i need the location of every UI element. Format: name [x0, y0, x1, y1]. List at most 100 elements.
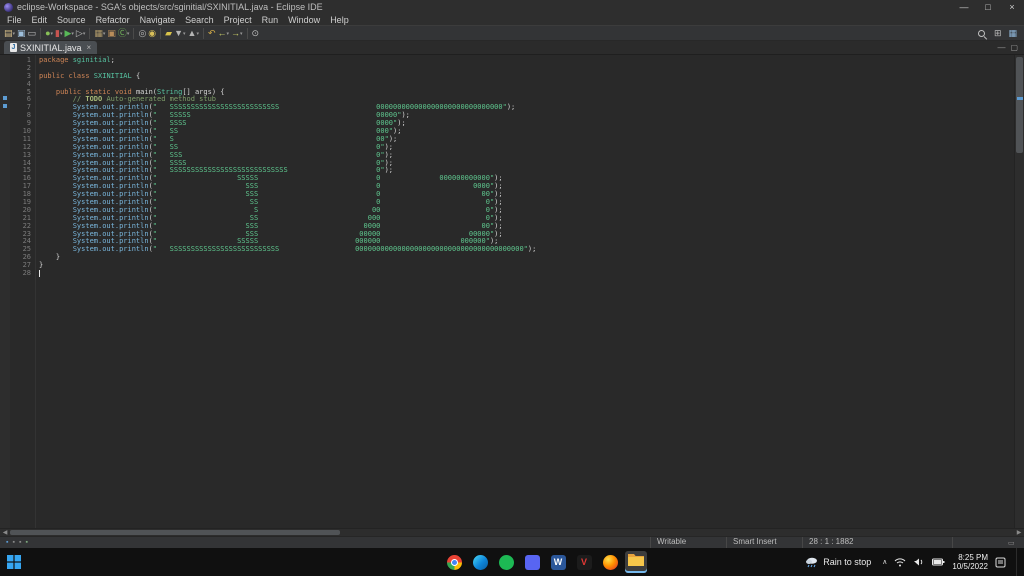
maximize-button[interactable]: □ [976, 0, 1000, 14]
window-controls: — □ × [952, 0, 1024, 14]
scroll-right-icon[interactable]: ▶ [1014, 529, 1024, 536]
java-perspective-icon[interactable]: ▦ [1007, 27, 1018, 39]
code-area[interactable]: package sginitial; public class SXINITIAL… [36, 55, 1014, 528]
start-button[interactable] [7, 555, 21, 569]
horizontal-scrollbar-thumb[interactable] [10, 530, 340, 535]
java-file-icon: J [10, 43, 17, 52]
horizontal-scrollbar[interactable]: ◀ ▶ [0, 528, 1024, 536]
vertical-scrollbar-thumb[interactable] [1016, 57, 1023, 153]
pin-editor-icon[interactable]: ⊙ [251, 27, 261, 39]
writable-indicator: Writable [650, 537, 726, 548]
editor-area: 1 2 3 4 5 6 7 8 9 10 11 12 13 14 15 16 17 18 19 20 21 22 23 24 2… [0, 55, 1024, 528]
volume-icon[interactable] [913, 557, 925, 567]
last-edit-location-icon[interactable]: ↶ [207, 27, 217, 39]
toolbar-separator [160, 27, 162, 39]
code-line [39, 270, 1014, 278]
close-button[interactable]: × [1000, 0, 1024, 14]
chrome-icon[interactable] [443, 551, 465, 573]
menu-search[interactable]: Search [180, 15, 219, 25]
statusbar-icons: ▪ ▪ ▪ ▪ [0, 537, 34, 548]
task-marker [3, 96, 7, 100]
minimize-button[interactable]: — [952, 0, 976, 14]
build-status-icon[interactable]: ▪ [25, 537, 27, 548]
tab-sxinitial-java[interactable]: J SXINITIAL.java × [4, 41, 98, 54]
statusbar-empty-segment [952, 537, 1008, 548]
search-icon[interactable]: ◉ [147, 27, 157, 39]
toolbar-right: ⊞ ▦ [976, 27, 1021, 39]
taskbar-clock[interactable]: 8:25 PM 10/5/2022 [952, 553, 988, 572]
cursor-position: 28 : 1 : 1882 [802, 537, 952, 548]
new-class-icon[interactable]: Ⓒ ▾ [117, 27, 131, 39]
minimize-view-icon[interactable]: — [997, 43, 1005, 52]
vlc-icon[interactable]: V [573, 551, 595, 573]
system-tray: Rain to stop ∧ 8:25 PM 10/5/2022 [805, 548, 1020, 576]
tab-close-icon[interactable]: × [87, 43, 92, 52]
menu-window[interactable]: Window [283, 15, 325, 25]
quick-search-icon[interactable] [976, 27, 988, 39]
menu-file[interactable]: File [2, 15, 27, 25]
console-status-icon[interactable]: ▪ [19, 537, 21, 548]
notification-center-icon[interactable] [995, 557, 1006, 568]
clock-time: 8:25 PM [958, 552, 988, 562]
menu-refactor[interactable]: Refactor [91, 15, 135, 25]
forward-icon[interactable]: → ▾ [230, 27, 244, 39]
menu-help[interactable]: Help [325, 15, 354, 25]
line-number-gutter[interactable]: 1 2 3 4 5 6 7 8 9 10 11 12 13 14 15 16 17 18 19 20 21 22 23 24 2… [10, 55, 36, 528]
dropdown-caret-icon: ▾ [126, 31, 130, 37]
previous-annotation-icon[interactable]: ▲ ▾ [187, 27, 200, 39]
save-icon[interactable]: ▣ [16, 27, 27, 39]
statusbar-segments: Writable Smart Insert 28 : 1 : 1882 ▭ [650, 537, 1024, 548]
view-controls: — ▢ [997, 43, 1024, 54]
menu-source[interactable]: Source [52, 15, 91, 25]
eclipse-window: eclipse-Workspace - SGA's objects/src/sg… [0, 0, 1024, 576]
menu-project[interactable]: Project [219, 15, 257, 25]
dropdown-caret-icon: ▾ [102, 31, 106, 37]
code-line: } [39, 261, 44, 270]
git-status-icon[interactable]: ▪ [12, 537, 14, 548]
code-line: public class SXINITIAL { [39, 71, 141, 80]
menu-edit[interactable]: Edit [27, 15, 53, 25]
new-wizard-icon[interactable]: ▤ ▾ [3, 27, 16, 39]
vertical-scrollbar[interactable] [1014, 55, 1024, 528]
annotation-ruler[interactable] [0, 55, 10, 528]
next-annotation-icon[interactable]: ▼ ▾ [173, 27, 186, 39]
run-icon[interactable]: ▶ ▾ [63, 27, 74, 39]
firefox-icon[interactable] [599, 551, 621, 573]
dropdown-caret-icon: ▾ [196, 31, 199, 37]
progress-icon: ▭ [1008, 539, 1015, 547]
eclipse-logo-icon [4, 2, 13, 12]
mark-occurrences-icon[interactable]: ▰ [164, 27, 173, 39]
discord-icon[interactable] [521, 551, 543, 573]
line-number[interactable]: 28 [10, 269, 31, 278]
external-tools-icon[interactable]: ▷ ▾ [75, 27, 86, 39]
windows-taskbar: WV Rain to stop ∧ 8:25 PM 10/5/2022 [0, 548, 1024, 576]
spotify-icon[interactable] [495, 551, 517, 573]
workspace-status-icon[interactable]: ▪ [6, 537, 8, 548]
word-icon[interactable]: W [547, 551, 569, 573]
network-icon[interactable] [894, 557, 906, 567]
scroll-left-icon[interactable]: ◀ [0, 529, 10, 536]
toolbar-separator [202, 27, 204, 39]
back-icon[interactable]: ← ▾ [217, 27, 231, 39]
clock-date: 10/5/2022 [952, 562, 988, 571]
hidden-icons-chevron-icon[interactable]: ∧ [882, 558, 887, 566]
toolbar-separator [40, 27, 42, 39]
new-java-project-icon[interactable]: ▦ ▾ [93, 27, 106, 39]
weather-widget[interactable]: Rain to stop [805, 556, 875, 568]
menu-navigate[interactable]: Navigate [135, 15, 181, 25]
debug-icon[interactable]: ● ▾ [44, 27, 54, 39]
file-explorer-icon[interactable] [625, 551, 647, 573]
open-type-icon[interactable]: ◎ [137, 27, 147, 39]
weather-label: Rain to stop [823, 557, 872, 567]
show-desktop-button[interactable] [1016, 548, 1020, 576]
dropdown-caret-icon: ▾ [12, 31, 16, 37]
maximize-view-icon[interactable]: ▢ [1010, 43, 1018, 52]
coverage-icon[interactable]: ▮ ▾ [54, 27, 63, 39]
print-icon[interactable]: ▭ [27, 27, 38, 39]
battery-icon[interactable] [932, 558, 945, 566]
menu-run[interactable]: Run [257, 15, 284, 25]
edge-icon[interactable] [469, 551, 491, 573]
open-perspective-icon[interactable]: ⊞ [993, 27, 1003, 39]
new-package-icon[interactable]: ▣ [106, 27, 117, 39]
